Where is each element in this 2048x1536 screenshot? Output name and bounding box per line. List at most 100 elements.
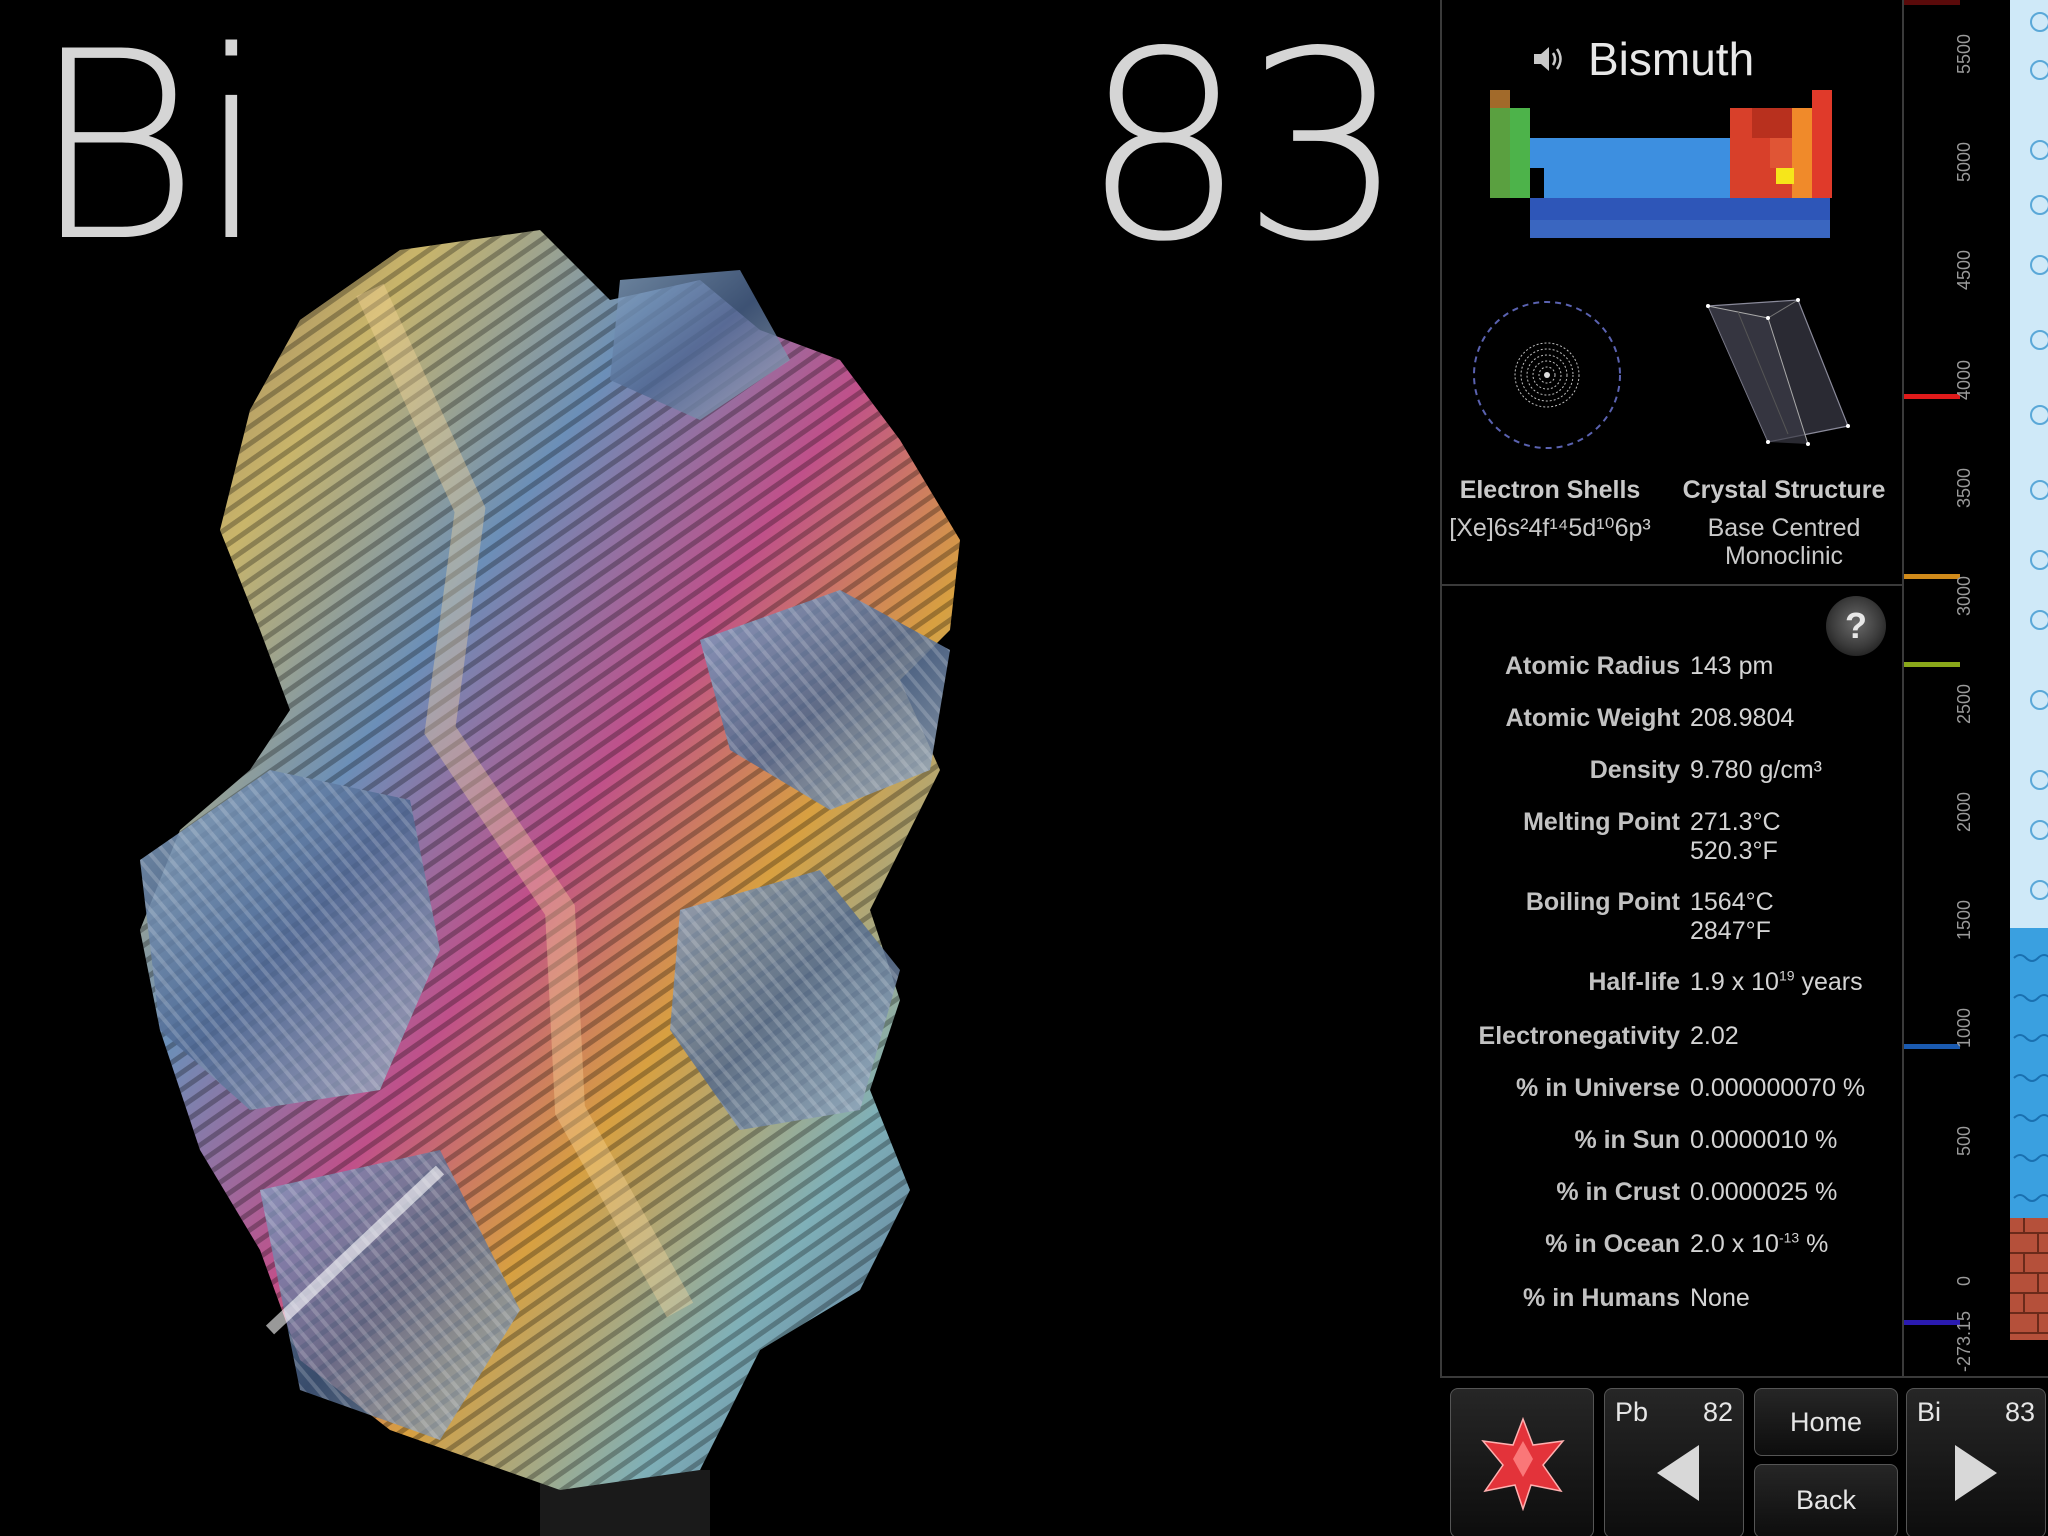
element-name: Bismuth xyxy=(1588,33,1755,85)
property-row: Atomic Weight 208.9804 xyxy=(1442,704,1904,733)
property-value: 2.0 x 10-13 % xyxy=(1690,1230,1904,1259)
temp-tick: -273.15 xyxy=(1954,1310,1974,1372)
temp-tick: 500 xyxy=(1954,1125,1974,1156)
bottom-navigation: Pb 82 Home Back Bi 83 xyxy=(1440,1376,2048,1536)
temp-tick: 2000 xyxy=(1954,791,1974,832)
crystal-structure-value-2: Monoclinic xyxy=(1724,542,1844,570)
spectral-line xyxy=(1904,0,1960,5)
electron-shells-diagram[interactable] xyxy=(1472,300,1622,450)
property-value-celsius: 271.3°C xyxy=(1690,808,1781,836)
property-value: 208.9804 xyxy=(1690,704,1795,732)
half-life-exponent: 19 xyxy=(1778,967,1795,984)
speaker-icon[interactable] xyxy=(1532,44,1566,74)
spectral-line xyxy=(1904,1320,1960,1325)
back-button[interactable]: Back xyxy=(1754,1464,1898,1536)
property-value: 143 pm xyxy=(1690,652,1774,680)
property-key: % in Crust xyxy=(1556,1178,1680,1206)
spectral-line xyxy=(1904,1044,1960,1049)
property-key: % in Ocean xyxy=(1545,1230,1680,1258)
previous-element-number: 82 xyxy=(1702,1397,1733,1427)
property-key: Half-life xyxy=(1588,968,1680,996)
property-value: 0.000000070 % xyxy=(1690,1074,1866,1102)
temperature-scale[interactable]: 5500 5000 4500 4000 3500 3000 2500 2000 … xyxy=(1902,0,2048,1376)
next-element-button[interactable]: Bi 83 xyxy=(1906,1388,2046,1536)
half-life-unit: years xyxy=(1794,968,1863,996)
property-value: 271.3°C 520.3°F xyxy=(1690,808,1904,866)
temp-tick: 3500 xyxy=(1954,467,1974,508)
home-button-label: Home xyxy=(1789,1407,1863,1437)
property-row: % in Universe 0.000000070 % xyxy=(1442,1074,1904,1103)
spectral-line xyxy=(1904,394,1960,399)
property-key: % in Universe xyxy=(1516,1074,1680,1102)
property-key: Electronegativity xyxy=(1478,1022,1680,1050)
property-row: % in Ocean 2.0 x 10-13 % xyxy=(1442,1230,1904,1259)
liquid-region xyxy=(2010,928,2048,1218)
bismuth-crystal-image xyxy=(140,230,960,1536)
spectral-line xyxy=(1904,574,1960,579)
property-row: Density 9.780 g/cm³ xyxy=(1442,756,1904,785)
previous-element-symbol: Pb xyxy=(1615,1397,1649,1427)
gas-bubbles-icon xyxy=(2030,12,2048,900)
property-key: Boiling Point xyxy=(1525,888,1680,916)
property-key: % in Humans xyxy=(1523,1284,1680,1312)
property-key: Melting Point xyxy=(1523,808,1680,836)
property-value-celsius: 1564°C xyxy=(1690,888,1774,916)
property-value: 2.02 xyxy=(1690,1022,1739,1050)
property-value-fahrenheit: 520.3°F xyxy=(1690,837,1778,865)
wolfram-logo-button[interactable] xyxy=(1450,1388,1594,1536)
electron-configuration: [Xe]6s²4f¹⁴5d¹⁰6p³ xyxy=(1449,514,1651,542)
property-value: 0.0000010 % xyxy=(1690,1126,1838,1154)
property-key: Atomic Radius xyxy=(1504,652,1680,680)
wolfram-spikey-icon xyxy=(1481,1416,1565,1511)
ocean-exponent: -13 xyxy=(1778,1229,1800,1246)
previous-element-button[interactable]: Pb 82 xyxy=(1604,1388,1744,1536)
temp-tick: 5000 xyxy=(1954,141,1974,182)
property-row: Half-life 1.9 x 1019 years xyxy=(1442,968,1904,997)
temp-tick: 5500 xyxy=(1954,33,1974,74)
property-row: Melting Point 271.3°C 520.3°F xyxy=(1442,808,1904,866)
element-name-row: Bismuth xyxy=(1532,32,1754,86)
specimen-view[interactable]: Bi 83 xyxy=(0,0,1440,1536)
property-key: % in Sun xyxy=(1574,1126,1680,1154)
crystal-structure-value-1: Base Centred xyxy=(1707,514,1861,542)
periodic-table-locator[interactable] xyxy=(1490,90,1854,274)
previous-arrow-icon xyxy=(1657,1445,1699,1501)
next-arrow-icon xyxy=(1955,1445,1997,1501)
property-row: Electronegativity 2.02 xyxy=(1442,1022,1904,1051)
property-row: % in Crust 0.0000025 % xyxy=(1442,1178,1904,1207)
property-row: Boiling Point 1564°C 2847°F xyxy=(1442,888,1904,946)
ocean-base: 2.0 x 10 xyxy=(1690,1230,1779,1258)
solid-region xyxy=(2010,1218,2048,1340)
property-row: % in Sun 0.0000010 % xyxy=(1442,1126,1904,1155)
property-value: 1.9 x 1019 years xyxy=(1690,968,1904,997)
temp-tick: 4000 xyxy=(1954,359,1974,400)
temp-tick: 1500 xyxy=(1954,899,1974,940)
next-element-symbol: Bi xyxy=(1917,1397,1942,1427)
crystal-structure-label: Crystal Structure xyxy=(1682,476,1886,504)
property-value: None xyxy=(1690,1284,1750,1312)
back-button-label: Back xyxy=(1795,1485,1857,1515)
overview-section: Bismuth Electron Shells [Xe]6s²4f¹⁴5d¹⁰6… xyxy=(1442,0,1904,586)
property-row: Atomic Radius 143 pm xyxy=(1442,652,1904,681)
property-value-fahrenheit: 2847°F xyxy=(1690,917,1771,945)
temp-tick: 0 xyxy=(1954,1275,1974,1286)
temp-tick: 4500 xyxy=(1954,249,1974,290)
half-life-base: 1.9 x 10 xyxy=(1690,968,1779,996)
property-key: Atomic Weight xyxy=(1505,704,1680,732)
spectral-line xyxy=(1904,662,1960,667)
temp-tick: 2500 xyxy=(1954,683,1974,724)
property-value: 0.0000025 % xyxy=(1690,1178,1838,1206)
crystal-structure-diagram[interactable] xyxy=(1698,296,1858,446)
gas-region xyxy=(2010,0,2048,928)
help-button[interactable]: ? xyxy=(1826,596,1886,656)
info-panel: Bismuth Electron Shells [Xe]6s²4f¹⁴5d¹⁰6… xyxy=(1440,0,1904,1376)
temp-tick: 1000 xyxy=(1954,1007,1974,1048)
property-key: Density xyxy=(1589,756,1680,784)
home-button[interactable]: Home xyxy=(1754,1388,1898,1456)
liquid-waves-icon xyxy=(2013,954,2048,1202)
temp-tick: 3000 xyxy=(1954,575,1974,616)
property-value: 1564°C 2847°F xyxy=(1690,888,1904,946)
property-row: % in Humans None xyxy=(1442,1284,1904,1313)
solid-bricks-icon xyxy=(2010,1218,2048,1334)
next-element-number: 83 xyxy=(2004,1397,2035,1427)
